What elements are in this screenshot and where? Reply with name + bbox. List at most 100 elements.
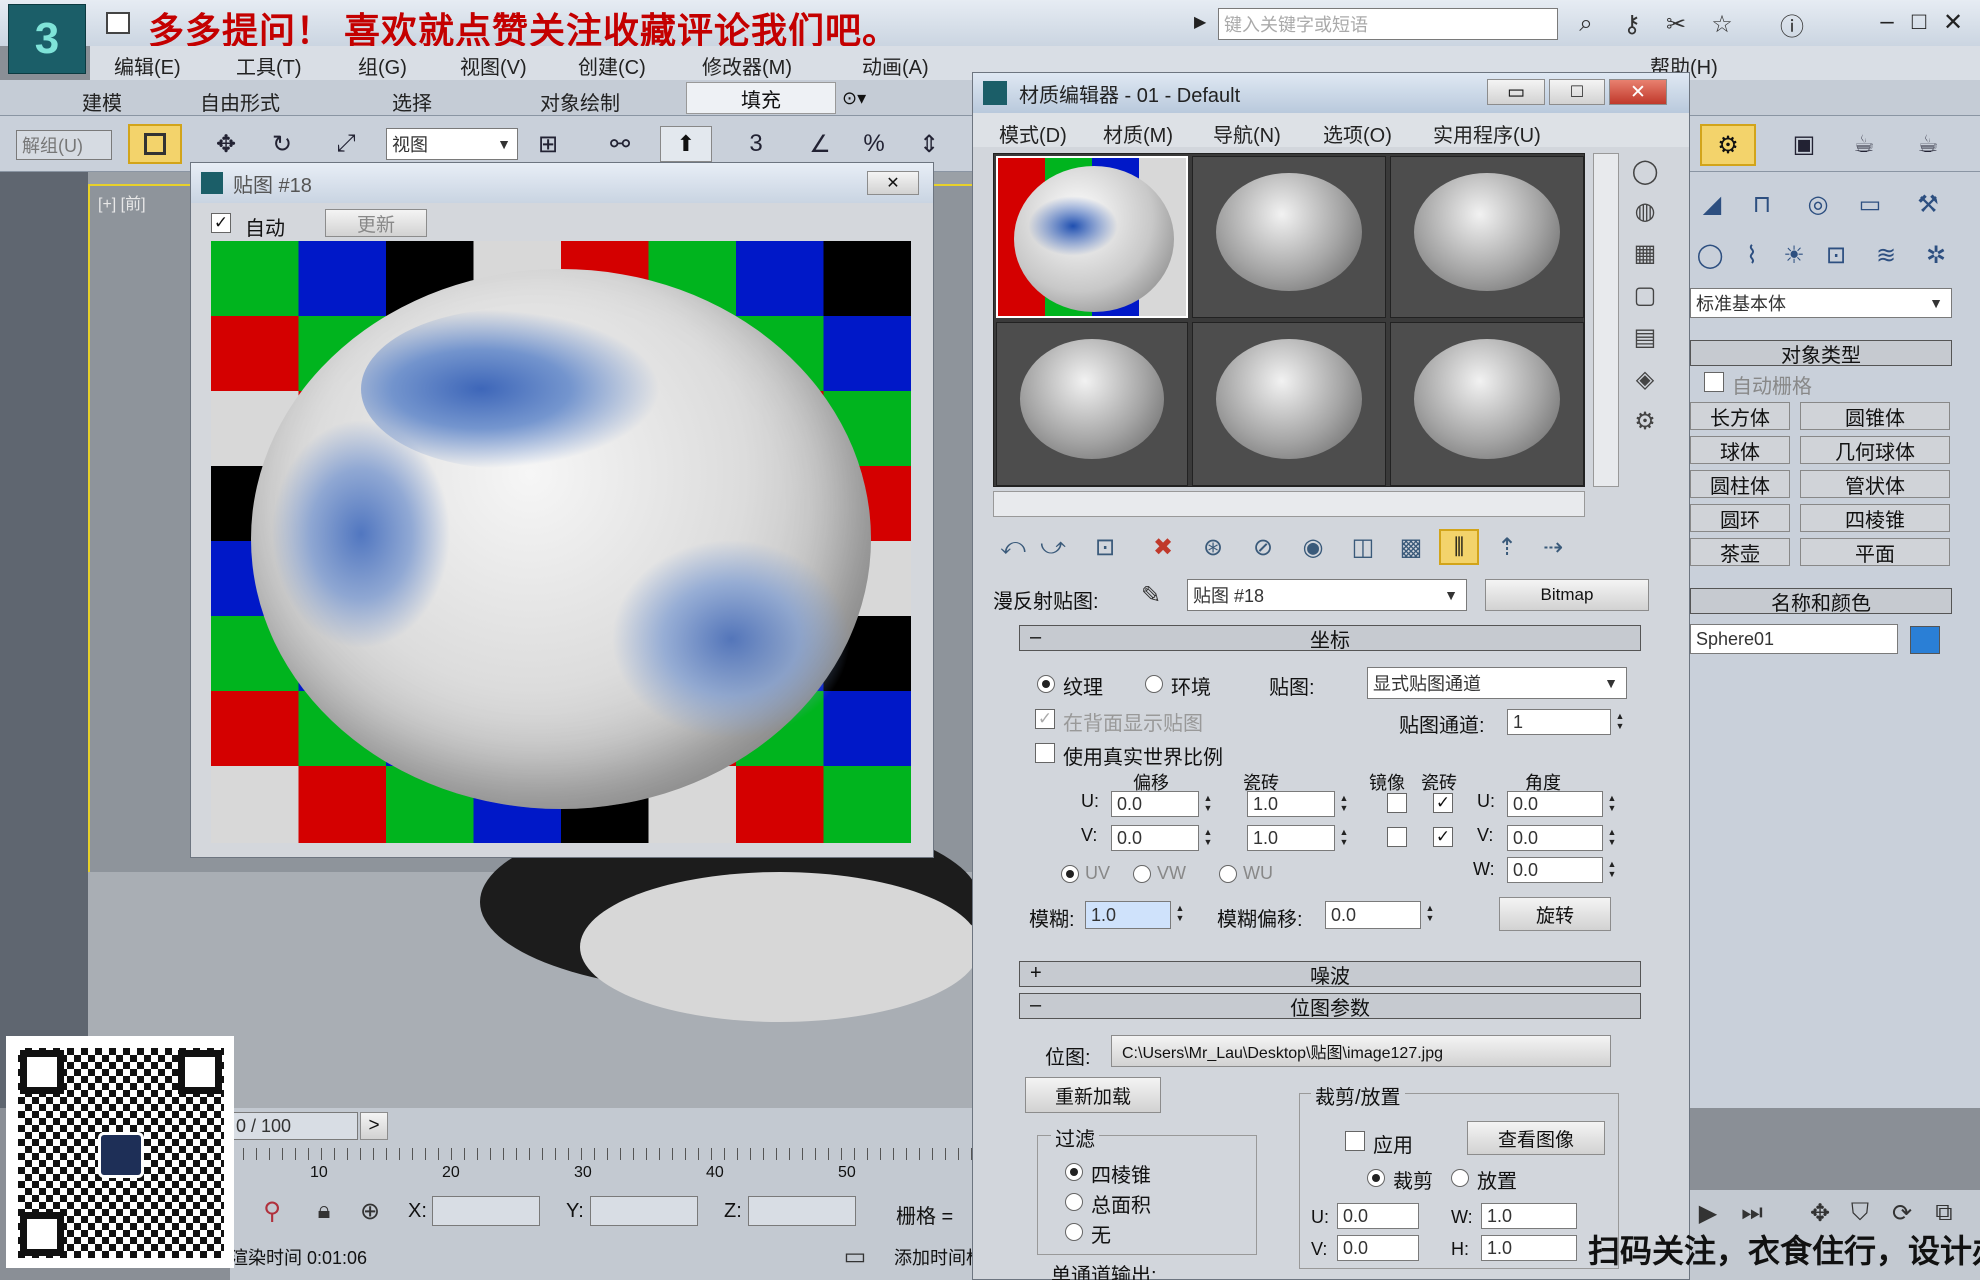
show-map-on-back-checkbox[interactable]: ✓ (1035, 709, 1055, 729)
sphere-button[interactable]: 球体 (1690, 436, 1790, 464)
cylinder-button[interactable]: 圆柱体 (1690, 470, 1790, 498)
material-id-icon[interactable]: ◉ (1293, 529, 1333, 565)
lights-icon[interactable]: ☀ (1776, 238, 1812, 272)
play-icon[interactable]: ▶ (1690, 1196, 1726, 1230)
backlight-icon[interactable]: ◍ (1625, 193, 1665, 229)
me-menu-navigation[interactable]: 导航(N) (1213, 119, 1281, 148)
blur-spinner[interactable]: ▲ ▼ (1173, 903, 1187, 923)
key-icon[interactable]: ⚷ (1616, 8, 1648, 40)
assign-material-icon[interactable]: ⊡ (1085, 529, 1125, 565)
select-object-button[interactable] (128, 124, 182, 164)
hierarchy-icon[interactable]: ⊓ (1742, 186, 1782, 222)
padlock-icon[interactable]: 🔒︎ (308, 1196, 340, 1226)
teapot-button[interactable]: 茶壶 (1690, 538, 1790, 566)
sample-vscroll[interactable] (1593, 153, 1619, 487)
cone-button[interactable]: 圆锥体 (1800, 402, 1950, 430)
new-document-icon[interactable] (106, 12, 130, 34)
plane-button[interactable]: 平面 (1800, 538, 1950, 566)
percent-snap-icon[interactable]: % (854, 128, 894, 160)
display-icon[interactable]: ▭ (1850, 186, 1890, 222)
map-channel-spinner[interactable]: ▲ ▼ (1613, 711, 1627, 731)
sample-slot[interactable] (1390, 322, 1584, 486)
maximize-viewport-icon[interactable]: ⧉ (1926, 1196, 1962, 1230)
pivot-icon[interactable]: ⊞ (528, 128, 568, 160)
star-icon[interactable]: ☆ (1706, 8, 1738, 40)
put-to-library-icon[interactable]: ⊘ (1243, 529, 1283, 565)
u-angle-spinner[interactable]: ▲ ▼ (1605, 793, 1619, 813)
bitmap-params-rollout-header[interactable]: – 位图参数 (1019, 993, 1641, 1020)
noise-rollout-header[interactable]: + 噪波 (1019, 961, 1641, 988)
connect-icon[interactable]: ✂ (1660, 8, 1692, 40)
mapping-dropdown[interactable]: 显式贴图通道 ▼ (1367, 667, 1627, 699)
tube-button[interactable]: 管状体 (1800, 470, 1950, 498)
pan-icon[interactable]: ✥ (1802, 1196, 1838, 1230)
u-offset-field[interactable]: 0.0 (1111, 791, 1199, 817)
w-angle-field[interactable]: 0.0 (1507, 857, 1603, 883)
update-button[interactable]: 更新 (325, 209, 427, 237)
uv-radio[interactable] (1061, 865, 1079, 883)
sample-slot[interactable] (996, 322, 1188, 486)
blur-offset-spinner[interactable]: ▲ ▼ (1423, 903, 1437, 923)
v-mirror-checkbox[interactable] (1387, 827, 1407, 847)
me-menu-material[interactable]: 材质(M) (1103, 119, 1173, 148)
tab-selection[interactable]: 选择 (392, 87, 432, 116)
render-setup-button[interactable]: ⚙ (1700, 124, 1756, 166)
play-icon[interactable]: ▶ (1194, 12, 1206, 32)
uv-tiling-icon[interactable]: ▢ (1625, 277, 1665, 313)
time-tag-icon[interactable]: ▭ (840, 1242, 870, 1270)
sample-slot-active[interactable] (996, 156, 1188, 318)
material-editor-window[interactable]: 材质编辑器 - 01 - Default ▭ □ ✕ 模式(D) 材质(M) 导… (972, 72, 1690, 1280)
object-name-field[interactable]: Sphere01 (1690, 624, 1898, 654)
v-angle-field[interactable]: 0.0 (1507, 825, 1603, 851)
close-icon[interactable]: ✕ (1938, 6, 1968, 38)
reset-map-icon[interactable]: ✖ (1143, 529, 1183, 565)
coordinates-rollout-header[interactable]: – 坐标 (1019, 625, 1641, 652)
texture-radio[interactable] (1037, 675, 1055, 693)
search-input[interactable]: 键入关键字或短语 (1218, 8, 1558, 40)
filter-pyramidal-radio[interactable] (1065, 1163, 1083, 1181)
put-to-scene-icon[interactable]: ⤻ (1033, 529, 1073, 565)
get-material-icon[interactable]: ⤺ (993, 529, 1033, 565)
x-coord-field[interactable] (432, 1196, 540, 1226)
crop-radio[interactable] (1367, 1169, 1385, 1187)
u-tile-checkbox[interactable]: ✓ (1433, 793, 1453, 813)
tab-freeform[interactable]: 自由形式 (200, 87, 280, 116)
background-icon[interactable]: ▦ (1625, 235, 1665, 271)
torus-button[interactable]: 圆环 (1690, 504, 1790, 532)
eyedropper-icon[interactable]: ✎ (1133, 577, 1169, 613)
spacewarps-icon[interactable]: ≋ (1868, 238, 1904, 272)
shapes-icon[interactable]: ⌇ (1734, 238, 1770, 272)
ribbon-options-icon[interactable]: ⊙▾ (842, 88, 866, 109)
apply-checkbox[interactable] (1345, 1131, 1365, 1151)
environ-radio[interactable] (1145, 675, 1163, 693)
menu-modifiers[interactable]: 修改器(M) (702, 51, 792, 80)
bitmap-path-button[interactable]: C:\Users\Mr_Lau\Desktop\贴图\image127.jpg (1111, 1035, 1611, 1067)
v-tiling-spinner[interactable]: ▲ ▼ (1337, 827, 1351, 847)
name-color-header[interactable]: 名称和颜色 (1690, 588, 1952, 615)
add-time-tag[interactable]: 添加时间标记 (894, 1244, 978, 1270)
u-mirror-checkbox[interactable] (1387, 793, 1407, 813)
tab-populate[interactable]: 填充 (686, 82, 836, 114)
menu-create[interactable]: 创建(C) (578, 51, 646, 80)
map-channel-field[interactable]: 1 (1507, 709, 1611, 735)
menu-edit[interactable]: 编辑(E) (114, 51, 181, 80)
material-editor-maximize[interactable]: □ (1549, 79, 1605, 105)
menu-group[interactable]: 组(G) (358, 51, 407, 80)
orbit-icon[interactable]: ⟳ (1884, 1196, 1920, 1230)
u-angle-field[interactable]: 0.0 (1507, 791, 1603, 817)
box-button[interactable]: 长方体 (1690, 402, 1790, 430)
menu-views[interactable]: 视图(V) (460, 51, 527, 80)
autogrid-checkbox[interactable] (1704, 372, 1724, 392)
auto-checkbox[interactable]: ✓ (211, 213, 231, 233)
map-window-titlebar[interactable]: 贴图 #18 ✕ (191, 163, 933, 203)
go-forward-icon[interactable]: ⇢ (1533, 529, 1573, 565)
crop-w-field[interactable]: 1.0 (1481, 1203, 1577, 1229)
crop-u-field[interactable]: 0.0 (1337, 1203, 1419, 1229)
next-frame-button[interactable]: > (360, 1112, 388, 1140)
v-tiling-field[interactable]: 1.0 (1247, 825, 1335, 851)
lock-selection-icon[interactable]: ⚲ (256, 1196, 288, 1226)
selection-set-field[interactable]: 解组(U) (16, 130, 112, 160)
next-key-icon[interactable]: ⏭ (1734, 1196, 1770, 1230)
render-teapot-icon[interactable]: ☕ (1842, 126, 1886, 162)
show-shaded-icon[interactable]: ◫ (1343, 529, 1383, 565)
